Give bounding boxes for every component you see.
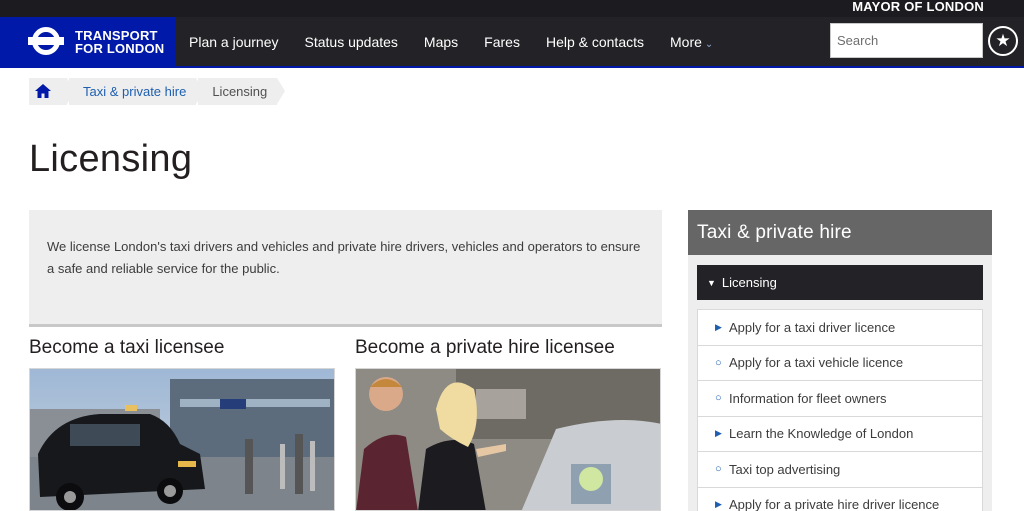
mayor-of-london-logo[interactable]: MAYOR OF LONDON — [852, 0, 984, 14]
breadcrumb-link[interactable]: Taxi & private hire — [83, 84, 186, 99]
breadcrumb: Taxi & private hire Licensing — [29, 78, 286, 105]
chevron-down-icon: ⌄ — [704, 39, 714, 50]
sidebar-item-label: Information for fleet owners — [729, 390, 887, 406]
roundel-icon — [28, 25, 64, 61]
page-title: Licensing — [29, 138, 193, 180]
nav-more[interactable]: More ⌄ — [657, 17, 726, 68]
circle-bullet-icon: ○ — [715, 463, 722, 476]
sidebar-item-private-hire-driver-licence[interactable]: ▶ Apply for a private hire driver licenc… — [697, 486, 983, 511]
main-nav: Plan a journey Status updates Maps Fares… — [176, 17, 726, 68]
brand-name: TRANSPORT FOR LONDON — [75, 28, 165, 56]
breadcrumb-current-label: Licensing — [212, 84, 268, 99]
intro-text: We license London's taxi drivers and veh… — [47, 239, 641, 276]
sidebar-item-label: Taxi top advertising — [729, 461, 841, 477]
sidebar-list: ▶ Apply for a taxi driver licence ○ Appl… — [697, 309, 983, 511]
sidebar-item-knowledge-of-london[interactable]: ▶ Learn the Knowledge of London — [697, 415, 983, 451]
card-title-private-hire[interactable]: Become a private hire licensee — [355, 337, 615, 359]
sidebar-item-label: Apply for a taxi driver licence — [729, 319, 896, 335]
card-image-taxi[interactable] — [29, 368, 335, 511]
breadcrumb-current: Licensing — [198, 78, 286, 105]
triangle-right-icon: ▶ — [715, 499, 722, 510]
home-icon — [35, 80, 51, 98]
triangle-down-icon: ▼ — [707, 278, 716, 288]
triangle-right-icon: ▶ — [715, 321, 722, 332]
search-input[interactable] — [831, 24, 982, 57]
card-image-private-hire[interactable] — [355, 368, 661, 511]
sidebar-item-taxi-vehicle-licence[interactable]: ○ Apply for a taxi vehicle licence — [697, 344, 983, 380]
breadcrumb-taxi-private-hire[interactable]: Taxi & private hire — [69, 78, 205, 105]
sidebar-active-label: Licensing — [721, 275, 777, 290]
circle-bullet-icon: ○ — [715, 356, 722, 369]
circle-bullet-icon: ○ — [715, 392, 722, 405]
sidebar-item-label: Apply for a private hire driver licence — [729, 497, 940, 511]
sidebar-item-fleet-owners[interactable]: ○ Information for fleet owners — [697, 380, 983, 416]
sidebar-heading[interactable]: Taxi & private hire — [688, 210, 992, 255]
breadcrumb-home[interactable] — [29, 78, 75, 105]
nav-status-updates[interactable]: Status updates — [292, 17, 411, 68]
nav-help-contacts[interactable]: Help & contacts — [533, 17, 657, 68]
sidebar-item-label: Apply for a taxi vehicle licence — [729, 355, 904, 371]
sidebar-active-licensing[interactable]: ▼ Licensing — [697, 265, 983, 300]
search-box — [830, 23, 983, 58]
nav-more-label: More — [670, 34, 702, 50]
sidebar-item-label: Learn the Knowledge of London — [729, 426, 914, 442]
top-strip: MAYOR OF LONDON — [0, 0, 1024, 17]
nav-plan-a-journey[interactable]: Plan a journey — [176, 17, 292, 68]
card-title-taxi[interactable]: Become a taxi licensee — [29, 337, 224, 359]
site-header: TRANSPORT FOR LONDON Plan a journey Stat… — [0, 17, 1024, 68]
intro-panel: We license London's taxi drivers and veh… — [29, 210, 662, 327]
nav-maps[interactable]: Maps — [411, 17, 471, 68]
nav-fares[interactable]: Fares — [471, 17, 533, 68]
sidebar-item-taxi-driver-licence[interactable]: ▶ Apply for a taxi driver licence — [697, 309, 983, 345]
triangle-right-icon: ▶ — [715, 428, 722, 439]
tfl-logo-link[interactable]: TRANSPORT FOR LONDON — [0, 17, 176, 68]
sidebar-item-taxi-top-advertising[interactable]: ○ Taxi top advertising — [697, 451, 983, 487]
favourites-star-icon[interactable]: ★ — [988, 26, 1018, 56]
